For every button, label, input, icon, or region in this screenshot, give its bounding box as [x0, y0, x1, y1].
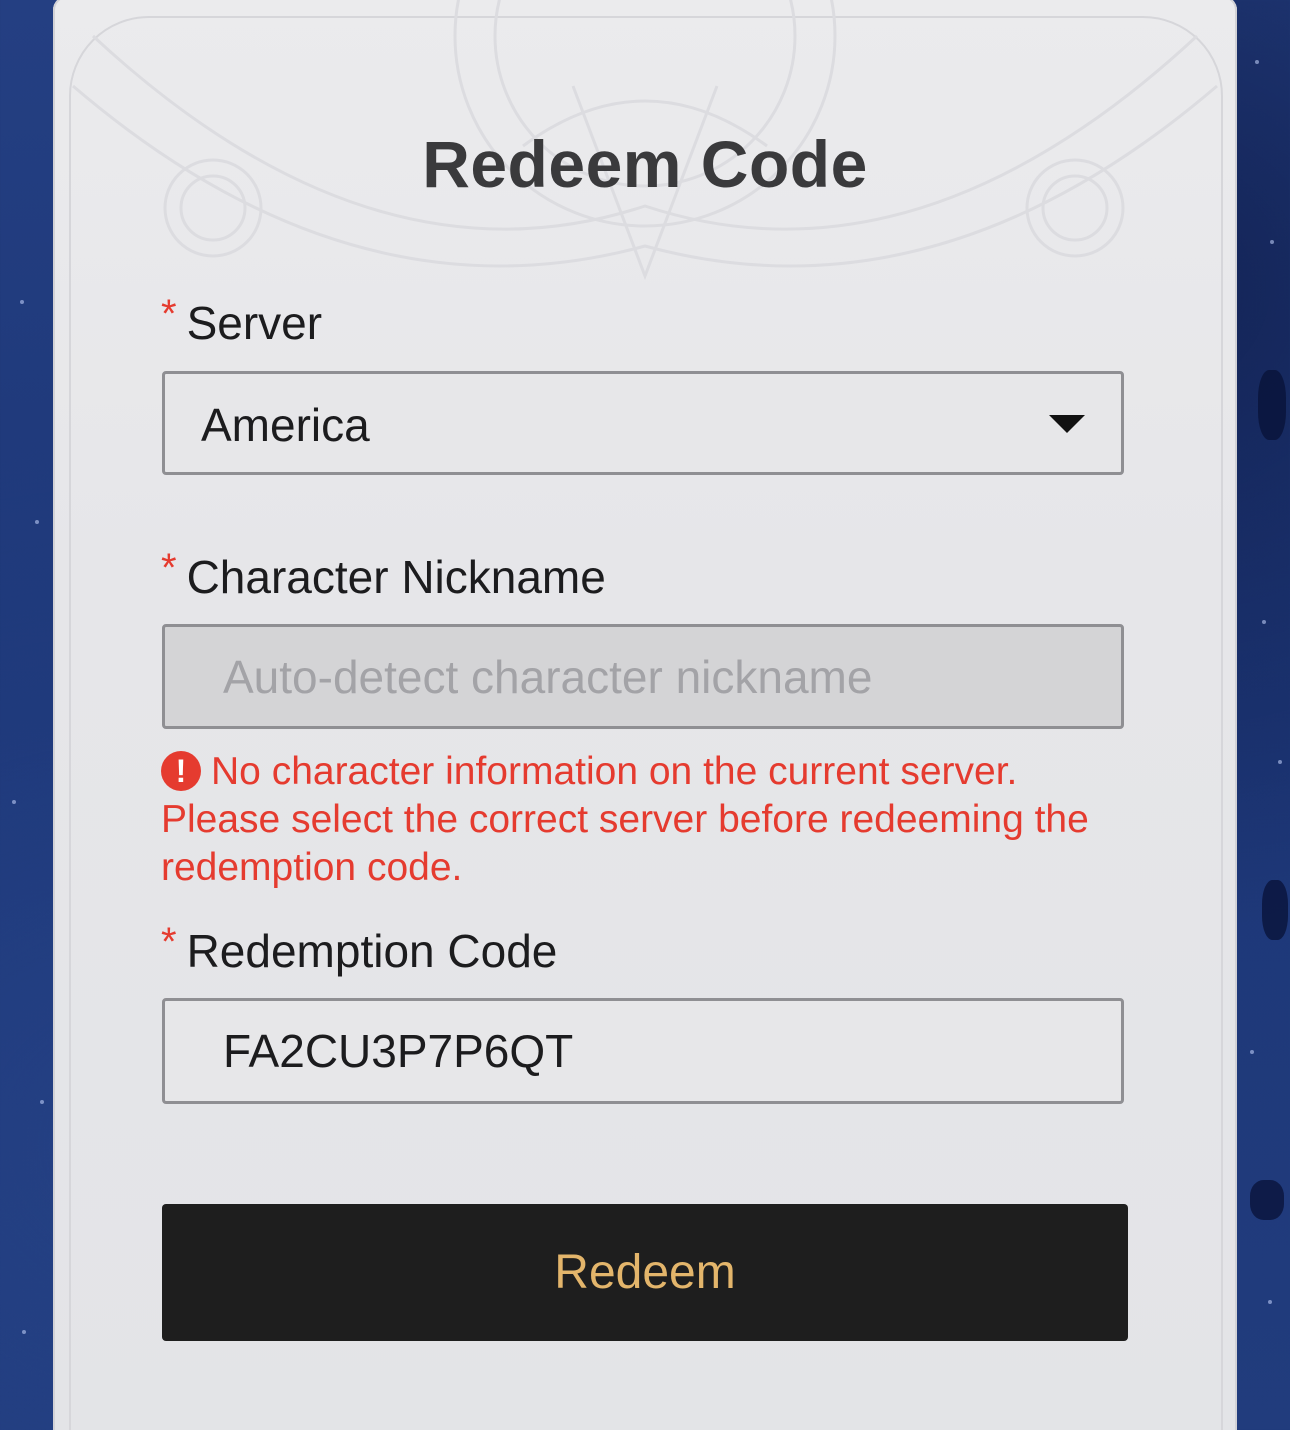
dark-streak — [1250, 1180, 1284, 1220]
error-alert-icon: ! — [161, 751, 201, 791]
star-dot — [1278, 760, 1282, 764]
redemption-code-input[interactable] — [162, 998, 1124, 1104]
dark-streak — [1262, 880, 1288, 940]
required-asterisk: * — [161, 546, 177, 590]
star-dot — [40, 1100, 44, 1104]
page-title: Redeem Code — [422, 127, 868, 201]
required-asterisk: * — [161, 920, 177, 964]
star-dot — [1268, 1300, 1272, 1304]
server-select[interactable]: America — [162, 371, 1124, 475]
star-dot — [35, 520, 39, 524]
star-dot — [1255, 60, 1259, 64]
redeem-panel: Redeem Code * Server America * Character N… — [53, 0, 1237, 1430]
server-label-text: Server — [186, 297, 323, 349]
caret-down-icon — [1049, 415, 1085, 433]
redeem-button[interactable]: Redeem — [162, 1204, 1128, 1341]
nickname-label-text: Character Nickname — [186, 551, 606, 603]
star-dot — [1270, 240, 1274, 244]
code-label: * Redemption Code — [161, 920, 558, 978]
star-dot — [22, 1330, 26, 1334]
dark-streak — [1258, 370, 1286, 440]
star-dot — [12, 800, 16, 804]
star-dot — [1250, 1050, 1254, 1054]
star-dot — [1262, 620, 1266, 624]
star-dot — [20, 300, 24, 304]
nickname-error-message: ! No character information on the current… — [161, 748, 1121, 892]
error-text: No character information on the current … — [161, 750, 1089, 889]
server-label: * Server — [161, 292, 323, 350]
code-label-text: Redemption Code — [186, 925, 558, 977]
nickname-input[interactable] — [162, 624, 1124, 729]
required-asterisk: * — [161, 292, 177, 336]
server-selected-value: America — [201, 399, 370, 451]
nickname-label: * Character Nickname — [161, 546, 606, 604]
